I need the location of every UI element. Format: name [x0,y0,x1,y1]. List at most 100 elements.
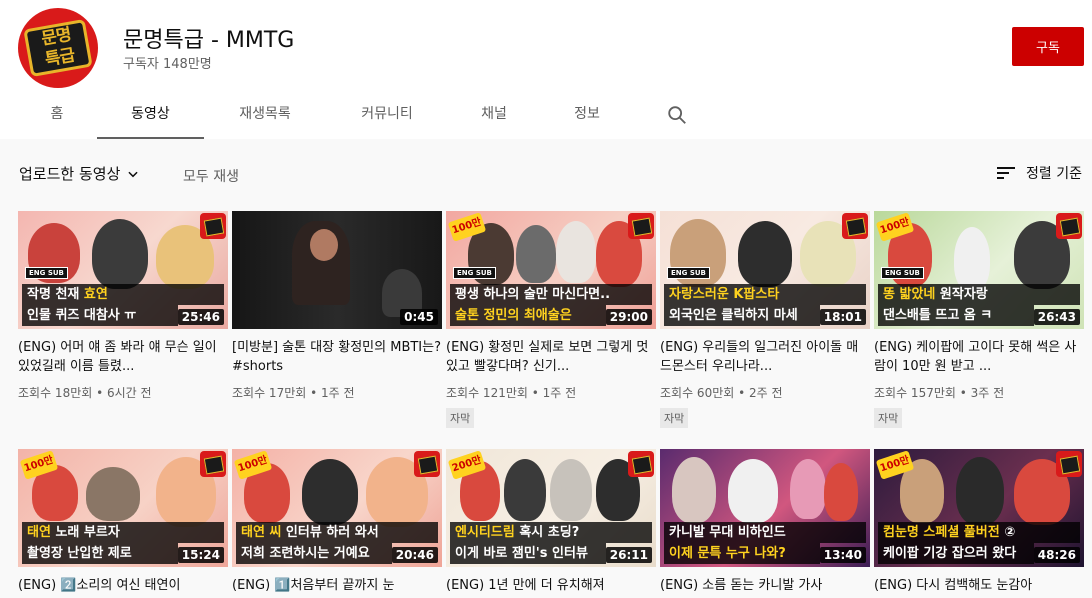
video-duration: 15:24 [177,547,224,563]
channel-logo-icon [628,451,654,477]
video-duration: 29:00 [605,309,652,325]
thumbnail-caption-2: 외국인은 클릭하지 마세 [664,305,820,326]
thumbnail-caption-1: 자랑스러운 K팝스타 [664,284,866,305]
video-title[interactable]: (ENG) 2️⃣소리의 여신 태연이 [18,576,228,598]
thumbnail-caption-1: 태연 노래 부르자 [22,522,224,543]
channel-logo-icon [414,451,440,477]
video-card[interactable]: 0:45 [미방분] 술톤 대장 황정민의 MBTI는? #shorts 조회수… [232,211,442,401]
video-duration: 20:46 [391,547,438,563]
video-thumbnail[interactable]: 100만 ENG SUB 평생 하나의 술만 마신다면.. 술톤 정민의 최애술… [446,211,656,329]
thumbnail-caption-1: 작명 천재 효연 [22,284,224,305]
video-duration: 25:46 [177,309,224,325]
thumbnail-person [954,227,990,291]
video-thumbnail[interactable]: ENG SUB 자랑스러운 K팝스타 외국인은 클릭하지 마세 18:01 [660,211,870,329]
tab-videos[interactable]: 동영상 [97,92,204,139]
thumbnail-person [302,459,358,525]
video-title[interactable]: (ENG) 케이팝에 고이다 못해 썩은 사람이 10만 원 받고 ... [874,338,1084,376]
uploads-dropdown[interactable]: 업로드한 동영상 [19,163,140,184]
subtitles-badge: 자막 [874,408,903,428]
video-title[interactable]: (ENG) 황정민 실제로 보면 그렇게 멋있고 빨갛다며? 신기... [446,338,656,376]
video-card[interactable]: 100만 태연 노래 부르자 촬영장 난입한 제로 15:24 (ENG) 2️… [18,449,228,598]
thumbnail-person [310,229,338,261]
subtitles-badge: 자막 [446,408,475,428]
video-thumbnail[interactable]: 100만 ENG SUB 똥 밟았네 원작자랑 댄스배틀 뜨고 옴 ㅋ 26:4… [874,211,1084,329]
thumbnail-caption-2: 이제 문특 누구 나와? [664,543,820,564]
channel-logo-icon [628,213,654,239]
thumbnail-caption-2: 술톤 정민의 최애술은 [450,305,606,326]
thumbnail-caption-1: 평생 하나의 술만 마신다면.. [450,284,652,305]
video-duration: 48:26 [1033,547,1080,563]
thumbnail-person [824,463,858,521]
eng-sub-badge: ENG SUB [25,267,68,279]
thumbnail-person [956,457,1004,525]
video-card[interactable]: ENG SUB 작명 천재 효연 인물 퀴즈 대참사 ㅠ 25:46 (ENG)… [18,211,228,401]
video-thumbnail[interactable]: 0:45 [232,211,442,329]
channel-title: 문명특급 - MMTG [123,28,295,53]
video-duration: 26:11 [605,547,652,563]
thumbnail-person [92,219,148,289]
videos-toolbar: 업로드한 동영상 모두 재생 정렬 기준 [0,139,1092,211]
video-card[interactable]: 100만 ENG SUB 똥 밟았네 원작자랑 댄스배틀 뜨고 옴 ㅋ 26:4… [874,211,1084,428]
subtitles-badge: 자막 [660,408,689,428]
subscribe-button[interactable]: 구독 [1012,27,1084,66]
video-thumbnail[interactable]: 카니발 무대 비하인드 이제 문특 누구 나와? 13:40 [660,449,870,567]
channel-logo: 문명 특급 [23,18,93,78]
thumbnail-caption-2: 케이팝 기강 잡으러 왔다 [878,543,1034,564]
thumbnail-person [504,459,546,521]
thumbnail-person [516,225,556,283]
video-duration: 18:01 [819,309,866,325]
play-all-button[interactable]: 모두 재생 [183,166,239,186]
subscriber-count: 구독자 148만명 [123,57,212,72]
thumbnail-caption-1: 태연 씨 인터뷰 하러 와서 [236,522,438,543]
video-card[interactable]: 100만 ENG SUB 평생 하나의 술만 마신다면.. 술톤 정민의 최애술… [446,211,656,428]
channel-logo-icon [842,213,868,239]
thumbnail-person [738,221,792,287]
channel-logo-icon [1056,213,1082,239]
video-title[interactable]: (ENG) 1️⃣처음부터 끝까지 눈 [232,576,442,598]
video-card[interactable]: ENG SUB 자랑스러운 K팝스타 외국인은 클릭하지 마세 18:01 (E… [660,211,870,428]
video-title[interactable]: (ENG) 1년 만에 더 유치해져 [446,576,656,598]
thumbnail-person [550,459,592,521]
video-title[interactable]: (ENG) 다시 컴백해도 눈감아 [874,576,1084,598]
video-title[interactable]: (ENG) 어머 얘 좀 봐라 얘 무슨 일이 있었길래 이름 틀렸... [18,338,228,376]
video-title[interactable]: (ENG) 소름 돋는 카니발 가사 [660,576,870,598]
thumbnail-caption-1: 카니발 무대 비하인드 [664,522,866,543]
channel-avatar[interactable]: 문명 특급 [18,8,98,88]
video-meta: 조회수 18만회 • 6시간 전 [18,386,152,400]
video-thumbnail[interactable]: 100만 컴눈명 스페셜 풀버전 ② 케이팝 기강 잡으러 왔다 48:26 [874,449,1084,567]
channel-logo-icon [200,451,226,477]
video-card[interactable]: 100만 태연 씨 인터뷰 하러 와서 저희 조련하시는 거예요 20:46 (… [232,449,442,598]
tab-channels[interactable]: 채널 [466,92,522,139]
video-meta: 조회수 17만회 • 1주 전 [232,386,355,400]
channel-tabs: 홈 동영상 재생목록 커뮤니티 채널 정보 [0,92,1092,139]
video-title[interactable]: (ENG) 우리들의 일그러진 아이돌 매드몬스터 우리나라... [660,338,870,376]
video-meta: 조회수 157만회 • 3주 전 [874,386,1005,400]
video-meta: 조회수 60만회 • 2주 전 [660,386,783,400]
tab-home[interactable]: 홈 [28,92,86,139]
channel-logo-icon [1056,451,1082,477]
video-thumbnail[interactable]: 100만 태연 씨 인터뷰 하러 와서 저희 조련하시는 거예요 20:46 [232,449,442,567]
video-thumbnail[interactable]: 100만 태연 노래 부르자 촬영장 난입한 제로 15:24 [18,449,228,567]
tab-community[interactable]: 커뮤니티 [344,92,430,139]
thumbnail-caption-1: 엔시티드림 혹시 초딩? [450,522,652,543]
thumbnail-caption-2: 저희 조련하시는 거예요 [236,543,392,564]
youtube-channel-page: 문명 특급 문명특급 - MMTG 구독자 148만명 구독 홈 동영상 재생목… [0,0,1092,598]
video-card[interactable]: 100만 컴눈명 스페셜 풀버전 ② 케이팝 기강 잡으러 왔다 48:26 (… [874,449,1084,598]
thumbnail-person [728,459,778,523]
video-title[interactable]: [미방분] 술톤 대장 황정민의 MBTI는? #shorts [232,338,442,376]
video-thumbnail[interactable]: 200만 엔시티드림 혹시 초딩? 이게 바로 잼민's 인터뷰 26:11 [446,449,656,567]
tab-playlists[interactable]: 재생목록 [222,92,308,139]
thumbnail-caption-2: 인물 퀴즈 대참사 ㅠ [22,305,178,326]
uploads-label: 업로드한 동영상 [19,165,121,183]
video-card[interactable]: 200만 엔시티드림 혹시 초딩? 이게 바로 잼민's 인터뷰 26:11 (… [446,449,656,598]
tab-about[interactable]: 정보 [559,92,615,139]
sort-by-button[interactable]: 정렬 기준 [996,163,1082,183]
thumbnail-person [672,457,716,523]
video-card[interactable]: 카니발 무대 비하인드 이제 문특 누구 나와? 13:40 (ENG) 소름 … [660,449,870,598]
thumbnail-person [86,467,140,521]
thumbnail-caption-2: 이게 바로 잼민's 인터뷰 [450,543,606,564]
thumbnail-caption-1: 컴눈명 스페셜 풀버전 ② [878,522,1080,543]
video-thumbnail[interactable]: ENG SUB 작명 천재 효연 인물 퀴즈 대참사 ㅠ 25:46 [18,211,228,329]
search-icon[interactable] [666,104,688,126]
channel-logo-icon [200,213,226,239]
